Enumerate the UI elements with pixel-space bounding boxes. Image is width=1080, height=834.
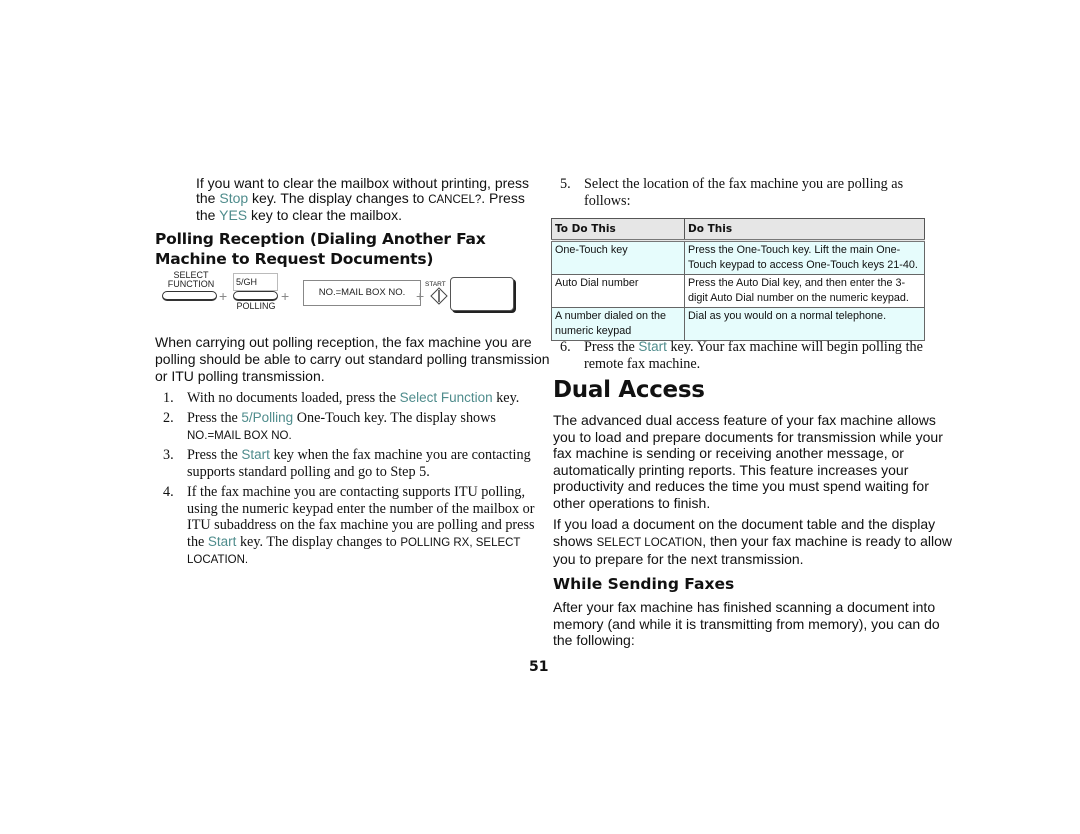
- select-function-key-ref: Select Function: [399, 390, 493, 405]
- while-sending-heading: While Sending Faxes: [553, 575, 735, 593]
- table-row: A number dialed on the numeric keypad Di…: [551, 307, 925, 341]
- plus-sign: +: [281, 288, 290, 304]
- table-cell: Press the Auto Dial key, and then enter …: [684, 274, 925, 308]
- select-function-label: SELECT FUNCTION: [167, 270, 215, 289]
- table-row: One-Touch key Press the One-Touch key. L…: [551, 240, 925, 275]
- table-cell: Press the One-Touch key. Lift the main O…: [684, 240, 925, 275]
- polling-key-icon: [233, 291, 278, 301]
- display-text: NO.=MAIL BOX NO.: [187, 429, 292, 442]
- intro-paragraph: If you want to clear the mailbox without…: [196, 175, 530, 223]
- column-header: Do This: [684, 218, 925, 242]
- yes-key-ref: YES: [219, 207, 248, 223]
- polling-reception-heading: Polling Reception (Dialing Another Fax M…: [155, 230, 486, 268]
- start-key-button-icon: [450, 277, 514, 311]
- stop-key-ref: Stop: [219, 190, 249, 206]
- dual-access-heading: Dual Access: [553, 377, 705, 403]
- display-text-cancel: CANCEL?: [428, 194, 482, 206]
- lcd-display: NO.=MAIL BOX NO.: [303, 280, 421, 306]
- key-sequence-diagram: SELECT FUNCTION + 5/GH POLLING + NO.=MAI…: [160, 268, 520, 316]
- start-key-ref: Start: [207, 533, 237, 549]
- select-function-key-icon: [162, 291, 217, 301]
- table-cell: A number dialed on the numeric keypad: [551, 307, 685, 341]
- start-key-ref: Start: [241, 447, 270, 462]
- onetouch-key-label-box: 5/GH: [233, 273, 278, 291]
- dual-access-paragraph: The advanced dual access feature of your…: [553, 412, 943, 511]
- polling-location-table: To Do This Do This One-Touch key Press t…: [551, 218, 925, 341]
- polling-label: POLLING: [236, 301, 276, 311]
- plus-sign: +: [219, 288, 228, 304]
- start-key-icon: [430, 287, 448, 305]
- page-number: 51: [529, 659, 549, 675]
- table-row: Auto Dial number Press the Auto Dial key…: [551, 274, 925, 308]
- table-header-row: To Do This Do This: [551, 218, 925, 242]
- column-header: To Do This: [551, 218, 685, 242]
- polling-key-ref: 5/Polling: [241, 410, 294, 425]
- start-key-ref: Start: [638, 339, 667, 354]
- table-cell: Auto Dial number: [551, 274, 685, 308]
- table-cell: Dial as you would on a normal telephone.: [684, 307, 925, 341]
- table-cell: One-Touch key: [551, 240, 685, 275]
- dual-access-paragraph-2: If you load a document on the document t…: [553, 516, 953, 567]
- while-sending-paragraph: After your fax machine has finished scan…: [553, 599, 940, 648]
- polling-paragraph: When carrying out polling reception, the…: [155, 334, 550, 384]
- plus-sign: +: [416, 288, 425, 304]
- display-text: SELECT LOCATION: [596, 536, 703, 549]
